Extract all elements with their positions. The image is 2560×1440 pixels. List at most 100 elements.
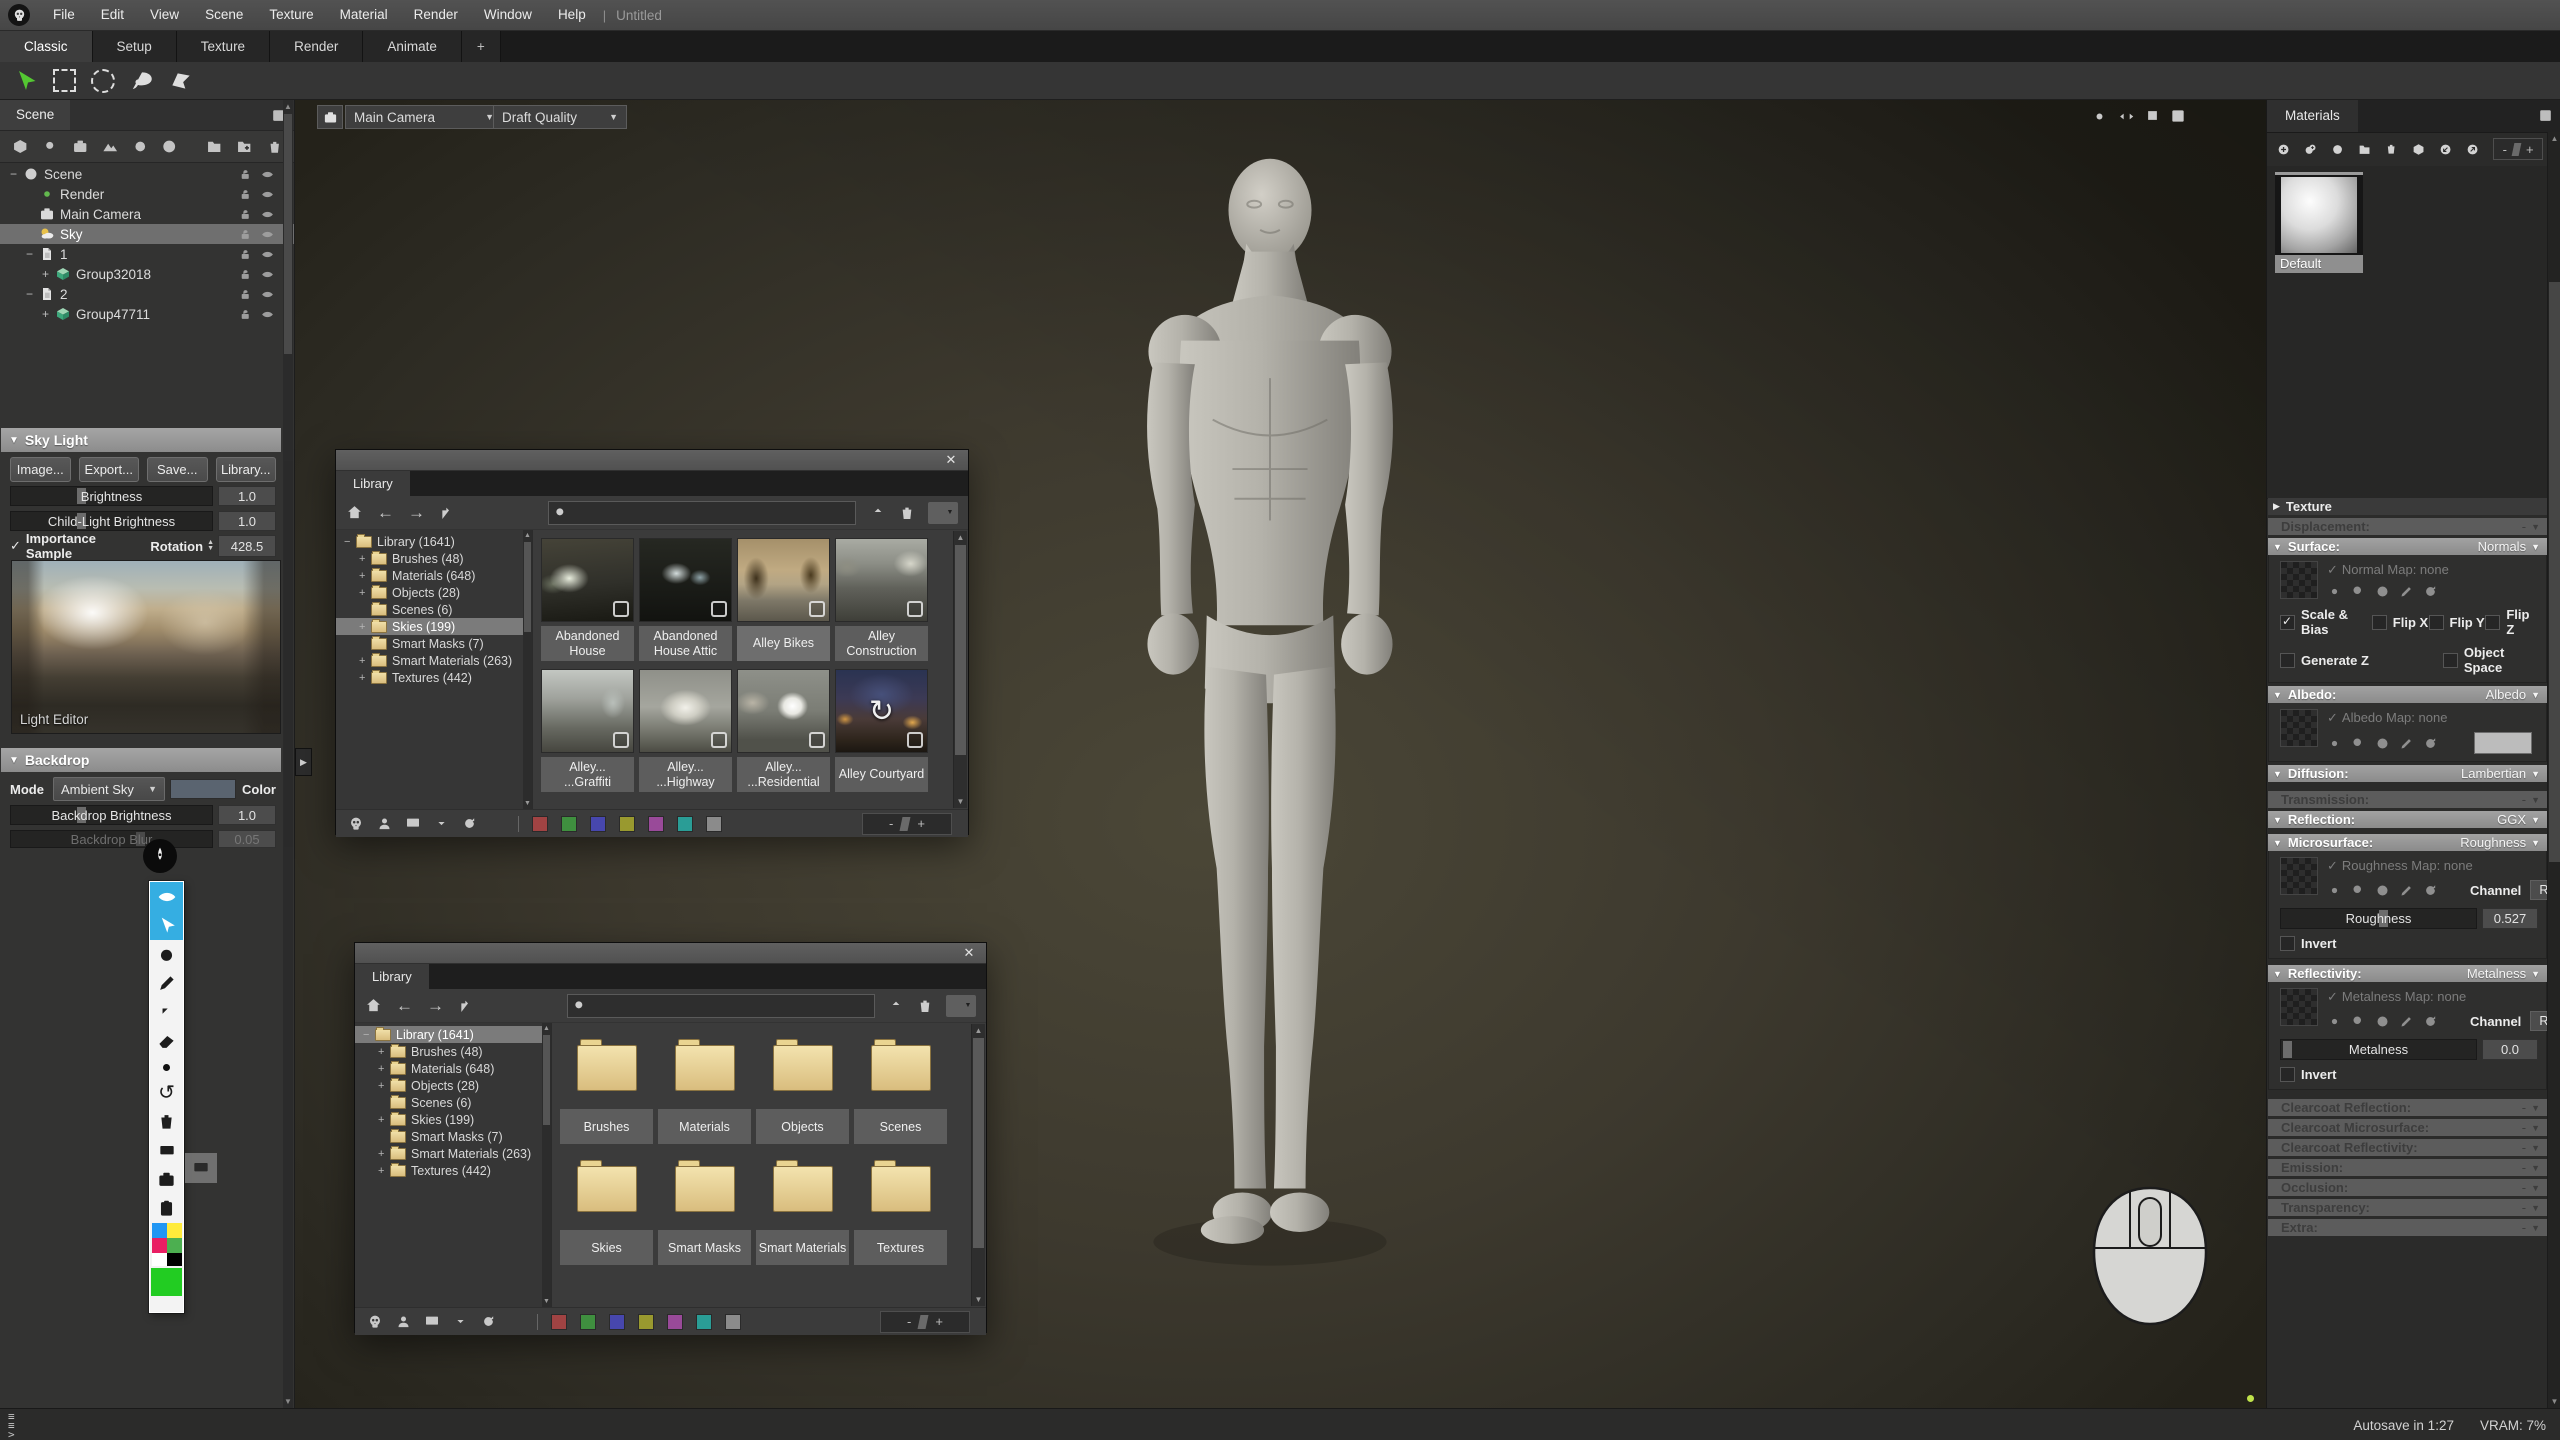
library-tree-row[interactable]: Smart Masks (7)	[336, 635, 532, 652]
item-thumbnail[interactable]	[835, 538, 928, 622]
map-preview-sphere-icon[interactable]	[2375, 1014, 2390, 1029]
window-title-bar[interactable]: ✕	[355, 943, 986, 964]
export-icon[interactable]	[888, 998, 904, 1014]
import-material-icon[interactable]	[2439, 141, 2452, 158]
forward-icon[interactable]: →	[408, 503, 425, 523]
item-checkbox[interactable]	[711, 601, 727, 617]
visibility-eye-icon[interactable]	[261, 208, 274, 221]
map-reload-icon[interactable]	[2423, 1014, 2438, 1029]
library-tree-row[interactable]: + Brushes (48)	[336, 550, 532, 567]
image-button[interactable]: Image...	[10, 457, 71, 482]
library-tree-row[interactable]: + Skies (199)	[355, 1111, 551, 1128]
home-icon[interactable]	[365, 997, 382, 1014]
tree-scrollbar[interactable]: ▲▼	[542, 1023, 551, 1307]
console-toggle-icon[interactable]: ≡≡>_	[8, 1412, 21, 1439]
lock-icon[interactable]	[239, 208, 252, 221]
big-folder-icon[interactable]	[675, 1166, 735, 1212]
local-items-icon[interactable]	[405, 816, 421, 832]
visibility-tool[interactable]	[150, 882, 183, 911]
item-thumbnail[interactable]	[639, 669, 732, 753]
visibility-eye-icon[interactable]	[261, 308, 274, 321]
map-edit-icon[interactable]	[2399, 736, 2414, 751]
lock-icon[interactable]	[239, 288, 252, 301]
library-tree-row[interactable]: + Objects (28)	[355, 1077, 551, 1094]
delete-material-icon[interactable]	[2385, 141, 2397, 157]
undo-tool[interactable]: ↺	[150, 1078, 183, 1107]
item-checkbox[interactable]	[711, 732, 727, 748]
pen-tool-badge[interactable]	[143, 839, 177, 873]
thumbnail-zoom-control[interactable]: -+	[862, 813, 952, 835]
dot-brush-tool[interactable]	[150, 1056, 183, 1078]
section-reflectivity[interactable]: ▼Reflectivity: Metalness▼	[2268, 965, 2547, 982]
flip-z-checkbox[interactable]: Flip Z	[2485, 607, 2538, 637]
tag-swatch-blue[interactable]	[609, 1314, 625, 1330]
section-clearcoat-microsurface[interactable]: Clearcoat Microsurface: -▼	[2268, 1119, 2547, 1136]
up-level-icon[interactable]	[458, 998, 474, 1014]
library-item[interactable]: Alley... ...Residential	[737, 669, 830, 792]
section-emission[interactable]: Emission: -▼	[2268, 1159, 2547, 1176]
current-color-swatch[interactable]	[151, 1268, 182, 1296]
library-item[interactable]: ↻ Alley Courtyard	[835, 669, 928, 792]
add-light-icon[interactable]	[42, 139, 57, 155]
sky-light-section-header[interactable]: ▼Sky Light	[1, 428, 281, 452]
pick-tool[interactable]	[150, 911, 183, 940]
tab-library[interactable]: Library	[336, 471, 410, 496]
tag-swatch-magenta[interactable]	[667, 1314, 683, 1330]
map-settings-gear-icon[interactable]	[2327, 883, 2342, 898]
sync-icon[interactable]	[481, 1314, 496, 1329]
material-folder-icon[interactable]	[2358, 141, 2371, 158]
map-browse-icon[interactable]	[2351, 736, 2366, 751]
map-settings-gear-icon[interactable]	[2327, 736, 2342, 751]
download-filter-icon[interactable]	[434, 816, 449, 831]
easel-flyout-icon[interactable]	[185, 1153, 217, 1183]
select-cursor-tool[interactable]	[12, 68, 38, 94]
new-folder-icon[interactable]	[206, 138, 222, 155]
lock-icon[interactable]	[239, 268, 252, 281]
tag-swatch-green[interactable]	[580, 1314, 596, 1330]
object-space-checkbox[interactable]: Object Space	[2443, 645, 2538, 675]
screenshot-tool[interactable]	[150, 1165, 183, 1194]
tag-swatch-magenta[interactable]	[648, 816, 664, 832]
add-object-icon[interactable]	[12, 138, 28, 155]
menu-item[interactable]: Material	[327, 0, 401, 30]
tag-swatch-gray[interactable]	[706, 816, 722, 832]
library-item[interactable]: Abandoned House Attic	[639, 538, 732, 661]
delete-icon[interactable]	[899, 505, 915, 521]
polygon-lasso-select-tool[interactable]	[168, 68, 194, 94]
panel-collapse-arrow[interactable]: ▶	[295, 748, 312, 776]
scene-tree-row[interactable]: Main Camera	[0, 204, 294, 224]
skull-filter-icon[interactable]	[367, 1314, 383, 1330]
map-clear-icon[interactable]	[2447, 736, 2461, 750]
expander[interactable]: +	[42, 307, 55, 321]
delete-tool[interactable]	[150, 1107, 183, 1136]
map-edit-icon[interactable]	[2399, 1014, 2414, 1029]
library-item[interactable]: Abandoned House	[541, 538, 634, 661]
visibility-eye-icon[interactable]	[261, 288, 274, 301]
library-folder-item[interactable]: Scenes	[854, 1031, 947, 1144]
grid-scrollbar[interactable]: ▲▼	[953, 531, 967, 808]
workspace-tab[interactable]: Setup	[93, 31, 177, 62]
library-item[interactable]: Alley... ...Graffiti	[541, 669, 634, 792]
map-preview-sphere-icon[interactable]	[2375, 584, 2390, 599]
viewport-split-icon[interactable]	[2118, 108, 2135, 125]
panel-expand-icon[interactable]	[2538, 107, 2553, 123]
library-folder-item[interactable]: Objects	[756, 1031, 849, 1144]
item-thumbnail[interactable]	[541, 669, 634, 753]
big-folder-icon[interactable]	[577, 1166, 637, 1212]
material-zoom-control[interactable]: -+	[2493, 138, 2543, 160]
view-options-button[interactable]: ▼	[946, 995, 976, 1017]
section-albedo[interactable]: ▼Albedo: Albedo▼	[2268, 686, 2547, 703]
lock-icon[interactable]	[239, 248, 252, 261]
scene-tree-row[interactable]: + Group32018	[0, 264, 294, 284]
clipboard-tool[interactable]	[150, 1194, 183, 1223]
library-tree-row[interactable]: + Skies (199)	[336, 618, 532, 635]
quality-select[interactable]: Draft Quality▼	[493, 105, 627, 129]
section-displacement[interactable]: Displacement: -▼	[2268, 518, 2547, 535]
menu-item[interactable]: Scene	[192, 0, 256, 30]
lock-icon[interactable]	[239, 308, 252, 321]
albedo-map-thumbnail[interactable]	[2280, 709, 2318, 747]
section-reflection[interactable]: ▼Reflection: GGX▼	[2268, 811, 2547, 828]
library-item[interactable]: Alley Bikes	[737, 538, 830, 661]
scene-tree-row[interactable]: − 1	[0, 244, 294, 264]
visibility-eye-icon[interactable]	[261, 188, 274, 201]
